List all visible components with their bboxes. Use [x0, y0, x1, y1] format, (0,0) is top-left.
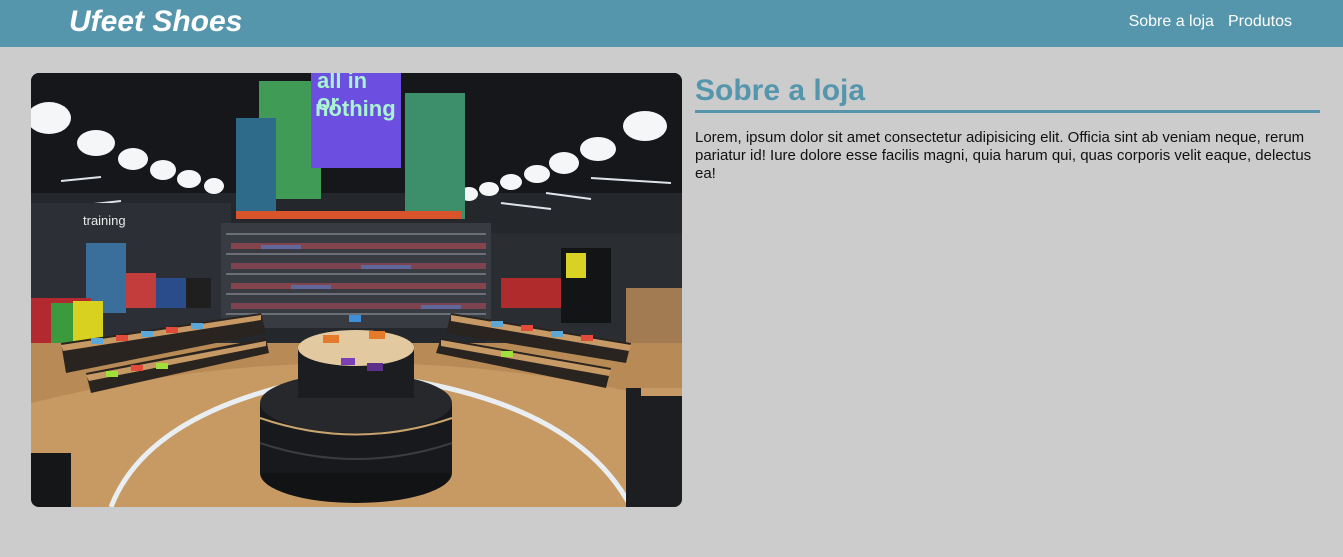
main-nav: Sobre a loja Produtos: [1129, 12, 1292, 32]
about-title: Sobre a loja: [695, 73, 1320, 113]
store-photo: training all in or nothing: [31, 73, 682, 507]
svg-text:nothing: nothing: [315, 96, 396, 121]
brand-logo[interactable]: Ufeet Shoes: [69, 5, 242, 39]
wall-sign-text: training: [83, 213, 126, 228]
about-body-text: Lorem, ipsum dolor sit amet consectetur …: [695, 129, 1312, 182]
nav-link-produtos[interactable]: Produtos: [1228, 12, 1292, 32]
about-section: Sobre a loja Lorem, ipsum dolor sit amet…: [695, 73, 1320, 183]
store-interior-image: training all in or nothing: [31, 73, 682, 507]
top-navbar: Ufeet Shoes Sobre a loja Produtos: [0, 0, 1343, 47]
nav-link-sobre-a-loja[interactable]: Sobre a loja: [1129, 12, 1214, 32]
